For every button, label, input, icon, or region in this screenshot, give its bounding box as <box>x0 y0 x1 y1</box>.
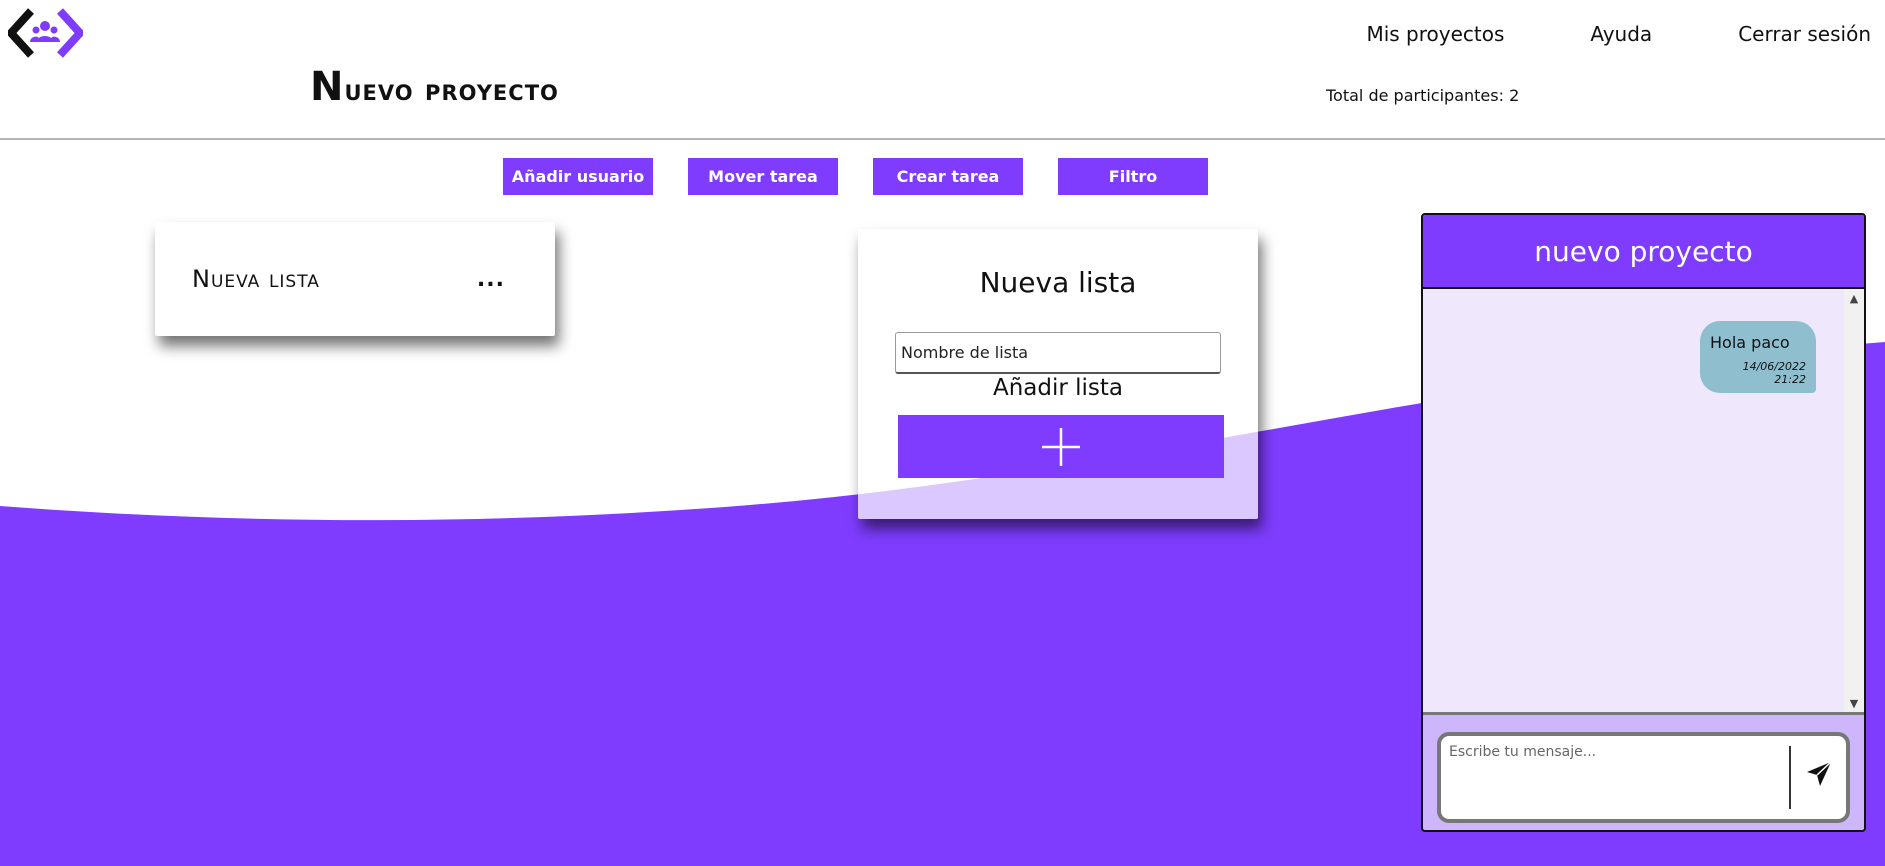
nav-help[interactable]: Ayuda <box>1590 22 1652 46</box>
chat-panel: nuevo proyecto Hola paco 14/06/2022 21:2… <box>1421 213 1866 832</box>
add-list-label: Añadir lista <box>992 375 1124 401</box>
chat-message-time: 14/06/2022 21:22 <box>1742 360 1806 386</box>
chat-scrollbar[interactable]: ▲ ▼ <box>1844 289 1864 712</box>
nav-my-projects[interactable]: Mis proyectos <box>1366 22 1504 46</box>
chat-input-divider <box>1789 746 1791 809</box>
list-title: Nueva lista <box>192 265 320 293</box>
chat-message-input[interactable] <box>1449 744 1785 804</box>
chat-message-text: Hola paco <box>1710 333 1790 352</box>
scroll-down-icon[interactable]: ▼ <box>1844 694 1864 712</box>
new-list-heading: Nueva lista <box>979 266 1137 299</box>
page-title: Nuevo proyecto <box>310 64 559 110</box>
scroll-up-icon[interactable]: ▲ <box>1844 289 1864 307</box>
send-icon <box>1807 761 1832 786</box>
chat-input-box <box>1437 732 1850 823</box>
app-logo[interactable] <box>5 8 86 58</box>
send-button[interactable] <box>1805 760 1833 788</box>
list-menu-button[interactable]: ... <box>477 267 505 292</box>
list-name-input[interactable] <box>895 332 1221 374</box>
toolbar: Añadir usuario Mover tarea Crear tarea F… <box>503 158 1208 195</box>
participants-count: Total de participantes: 2 <box>1326 86 1520 105</box>
nav-logout[interactable]: Cerrar sesión <box>1738 22 1871 46</box>
new-list-form: Nueva lista Añadir lista <box>858 229 1258 519</box>
add-user-button[interactable]: Añadir usuario <box>503 158 653 195</box>
move-task-button[interactable]: Mover tarea <box>688 158 838 195</box>
create-task-button[interactable]: Crear tarea <box>873 158 1023 195</box>
chat-title: nuevo proyecto <box>1423 215 1864 289</box>
team-icon <box>30 21 60 42</box>
chat-messages[interactable]: Hola paco 14/06/2022 21:22 ▲ ▼ <box>1423 289 1864 715</box>
chat-message: Hola paco 14/06/2022 21:22 <box>1700 321 1816 393</box>
plus-icon <box>1042 427 1080 466</box>
header-divider <box>0 138 1885 140</box>
top-nav: Mis proyectos Ayuda Cerrar sesión <box>1366 22 1871 46</box>
filter-button[interactable]: Filtro <box>1058 158 1208 195</box>
list-card: Nueva lista ... <box>155 222 555 336</box>
add-list-button[interactable] <box>898 415 1224 478</box>
